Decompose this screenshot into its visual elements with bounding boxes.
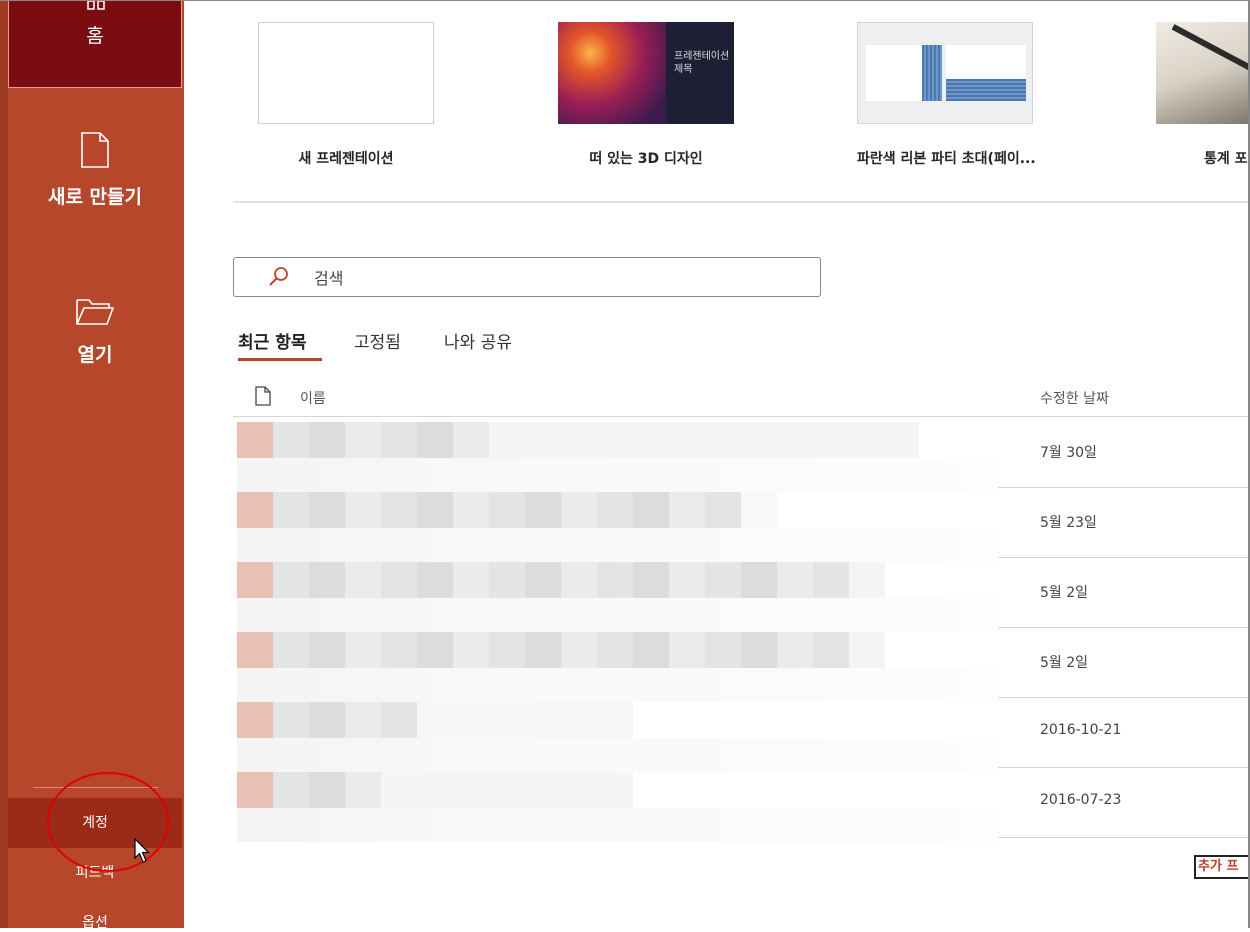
more-presentations-link[interactable]: 추가 프: [1194, 855, 1250, 879]
sidebar-item-label: 새로 만들기: [47, 186, 142, 208]
sidebar-item-label: 옵션: [82, 915, 108, 931]
search-box[interactable]: [233, 257, 821, 297]
file-row[interactable]: 5월 2일: [233, 558, 1250, 632]
template-name: 새 프레젠테이션: [298, 151, 394, 167]
blurred-file-path: [237, 738, 997, 772]
column-header-date[interactable]: 수정한 날짜: [1040, 388, 1109, 408]
sidebar-item-open[interactable]: 열기: [8, 296, 182, 367]
blurred-file-path: [237, 458, 997, 492]
pptx-file-icon: [237, 492, 273, 528]
blurred-file-name: [237, 562, 997, 598]
blurred-file-path: [237, 808, 997, 842]
blurred-file-name: [237, 492, 997, 528]
sidebar-item-label: 열기: [77, 344, 113, 366]
file-row[interactable]: 7월 30일: [233, 418, 1250, 492]
mouse-cursor-icon: [134, 838, 150, 863]
home-icon: [87, 1, 105, 10]
thumbnail-title: 프레젠테이션 제목: [674, 51, 730, 75]
pptx-file-icon: [237, 632, 273, 668]
column-header-name[interactable]: 이름: [300, 388, 326, 408]
template-blank[interactable]: 새 프레젠테이션: [258, 22, 434, 168]
blurred-file-name: [237, 632, 997, 668]
blurred-file-name: [237, 702, 997, 738]
annotation-circle: [47, 772, 169, 872]
blank-template-thumbnail: [258, 22, 434, 124]
file-date: 5월 2일: [1040, 655, 1089, 671]
pptx-file-icon: [237, 422, 273, 458]
tab-pinned[interactable]: 고정됨: [354, 328, 401, 353]
tab-shared-with-me[interactable]: 나와 공유: [444, 328, 512, 353]
blurred-file-name: [237, 772, 997, 808]
sidebar-edge: [0, 0, 8, 928]
template-ribbon-party[interactable]: 파란색 리본 파티 초대(페이...: [857, 22, 1036, 168]
section-divider: [233, 201, 1250, 203]
search-input[interactable]: [312, 264, 796, 292]
window-border: [0, 0, 1250, 1]
sidebar-item-home[interactable]: 홈: [8, 0, 182, 88]
tab-recent[interactable]: 최근 항목: [238, 328, 306, 353]
3d-design-thumbnail: 프레젠테이션 제목: [558, 22, 734, 124]
file-row[interactable]: 5월 23일: [233, 488, 1250, 562]
header-divider: [233, 416, 1250, 417]
ribbon-party-thumbnail: [857, 22, 1033, 124]
blurred-file-path: [237, 668, 997, 702]
search-icon: [269, 267, 288, 286]
pptx-file-icon: [237, 772, 273, 808]
template-name: 파란색 리본 파티 초대(페이...: [857, 151, 1036, 167]
blurred-file-path: [237, 598, 997, 632]
open-folder-icon: [76, 299, 115, 325]
template-name: 통계 포: [1204, 151, 1248, 167]
active-tab-indicator: [238, 358, 322, 361]
sidebar-item-new[interactable]: 새로 만들기: [8, 132, 182, 209]
file-date: 2016-07-23: [1040, 792, 1122, 808]
file-date: 7월 30일: [1040, 445, 1097, 461]
template-3d-design[interactable]: 프레젠테이션 제목 떠 있는 3D 디자인: [558, 22, 734, 168]
backstage-sidebar: 홈 새로 만들기 열기 계정 피드백 옵션: [0, 0, 184, 931]
sidebar-item-label: 홈: [86, 25, 104, 47]
statistics-thumbnail: [1156, 22, 1250, 124]
file-row[interactable]: 5월 2일: [233, 628, 1250, 702]
file-row[interactable]: 2016-10-21: [233, 698, 1250, 772]
file-date: 5월 2일: [1040, 585, 1089, 601]
new-document-icon: [81, 132, 109, 168]
pptx-file-icon: [237, 702, 273, 738]
sidebar-item-options[interactable]: 옵션: [8, 912, 182, 932]
blurred-file-name: [237, 422, 997, 458]
template-name: 떠 있는 3D 디자인: [589, 151, 703, 167]
file-list-header: 이름 수정한 날짜: [233, 380, 1250, 416]
blurred-file-path: [237, 528, 997, 562]
file-date: 5월 23일: [1040, 515, 1097, 531]
file-type-icon: [255, 386, 271, 406]
pptx-file-icon: [237, 562, 273, 598]
file-date: 2016-10-21: [1040, 722, 1122, 738]
template-statistics[interactable]: 통계 포: [1156, 22, 1250, 168]
file-row[interactable]: 2016-07-23: [233, 768, 1250, 842]
